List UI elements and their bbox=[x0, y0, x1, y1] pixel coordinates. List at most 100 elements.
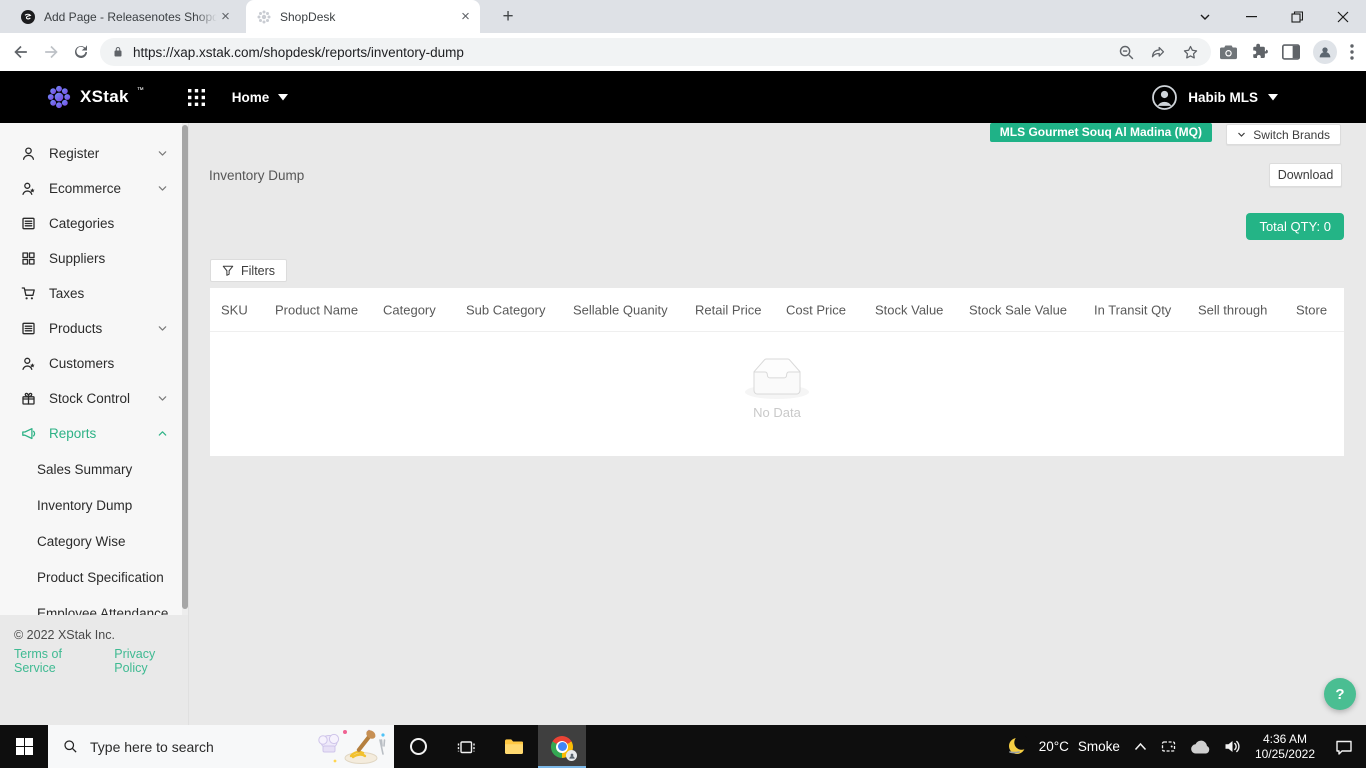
sidebar-item-label: Taxes bbox=[49, 286, 85, 301]
start-button[interactable] bbox=[0, 725, 48, 768]
shopdesk-sparkle-favicon bbox=[256, 9, 272, 25]
empty-inbox-icon bbox=[745, 358, 809, 399]
page-title: Inventory Dump bbox=[209, 168, 305, 183]
sidebar-item-categories[interactable]: Categories bbox=[0, 206, 188, 241]
table-header-row: SKU Product Name Category Sub Category Sella… bbox=[210, 288, 1344, 332]
releasenotes-favicon bbox=[20, 9, 36, 25]
privacy-policy-link[interactable]: Privacy Policy bbox=[114, 647, 188, 675]
page-body: Register Ecommerce Categories Suppliers Taxe… bbox=[0, 123, 1366, 725]
help-button[interactable]: ? bbox=[1324, 678, 1356, 710]
onedrive-cloud-icon[interactable] bbox=[1190, 740, 1211, 754]
new-tab-button[interactable]: + bbox=[496, 5, 520, 29]
speaker-icon[interactable] bbox=[1224, 739, 1241, 754]
share-icon[interactable] bbox=[1150, 44, 1167, 61]
weather-condition: Smoke bbox=[1077, 739, 1120, 754]
column-header-sku: SKU bbox=[221, 302, 248, 317]
sidebar-subitem-inventory-dump[interactable]: Inventory Dump bbox=[0, 487, 188, 523]
window-restore-button[interactable] bbox=[1274, 0, 1320, 33]
sidebar-menu: Register Ecommerce Categories Suppliers Taxe… bbox=[0, 123, 188, 615]
app-header: XStak ™ Home Habib MLS bbox=[0, 71, 1366, 123]
tab-close-icon[interactable]: × bbox=[457, 8, 474, 25]
sidebar-item-label: Ecommerce bbox=[49, 181, 122, 196]
sidebar-item-taxes[interactable]: Taxes bbox=[0, 276, 188, 311]
sidebar-item-label: Suppliers bbox=[49, 251, 106, 266]
sidebar-item-register[interactable]: Register bbox=[0, 136, 188, 171]
window-minimize-button[interactable] bbox=[1228, 0, 1274, 33]
gift-icon bbox=[21, 391, 36, 406]
xstak-logo[interactable]: XStak ™ bbox=[46, 84, 144, 110]
sidebar-scrollbar-thumb[interactable] bbox=[182, 125, 188, 609]
address-bar[interactable]: https://xap.xstak.com/shopdesk/reports/i… bbox=[100, 38, 1211, 66]
filters-label: Filters bbox=[241, 263, 276, 278]
chevron-down-icon bbox=[278, 93, 289, 101]
sidebar-item-stock-control[interactable]: Stock Control bbox=[0, 381, 188, 416]
sidebar-report-submenu: Sales Summary Inventory Dump Category Wise… bbox=[0, 451, 188, 616]
total-qty-badge: Total QTY: 0 bbox=[1246, 213, 1344, 240]
zoom-out-icon[interactable] bbox=[1118, 44, 1135, 61]
tab-title: ShopDesk bbox=[280, 9, 336, 24]
sidebar-subitem-category-wise[interactable]: Category Wise bbox=[0, 523, 188, 559]
forward-icon[interactable] bbox=[36, 37, 66, 67]
user-menu[interactable]: Habib MLS bbox=[1151, 84, 1278, 111]
chevron-down-icon bbox=[1268, 93, 1278, 101]
sidebar-footer: © 2022 XStak Inc. Terms of Service Priva… bbox=[0, 615, 188, 675]
sidebar-item-reports[interactable]: Reports bbox=[0, 416, 188, 451]
filters-button[interactable]: Filters bbox=[210, 259, 288, 282]
tab-search-chevron-icon[interactable] bbox=[1182, 0, 1228, 33]
weather-widget[interactable]: 20°C Smoke bbox=[1007, 736, 1120, 757]
bookmark-star-icon[interactable] bbox=[1182, 44, 1199, 61]
column-header-product-name: Product Name bbox=[275, 302, 359, 317]
empty-state: No Data bbox=[210, 358, 1344, 420]
taskbar-clock[interactable]: 4:36 AM 10/25/2022 bbox=[1255, 732, 1315, 762]
back-icon[interactable] bbox=[6, 37, 36, 67]
main-content: MLS Gourmet Souq Al Madina (MQ) Switch B… bbox=[189, 123, 1366, 725]
empty-state-text: No Data bbox=[753, 405, 801, 420]
taskbar-search-box[interactable]: Type here to search bbox=[48, 725, 394, 768]
search-icon bbox=[63, 739, 78, 754]
sidebar-subitem-sales-summary[interactable]: Sales Summary bbox=[0, 451, 188, 487]
reload-icon[interactable] bbox=[66, 37, 96, 67]
task-view-button[interactable] bbox=[442, 725, 490, 768]
download-button[interactable]: Download bbox=[1269, 163, 1342, 187]
tab-close-icon[interactable]: × bbox=[217, 8, 234, 25]
megaphone-icon bbox=[21, 426, 36, 441]
chevron-down-icon bbox=[157, 183, 168, 194]
chrome-profile-badge-icon bbox=[566, 750, 577, 761]
chevron-down-icon bbox=[157, 148, 168, 159]
nav-home-dropdown[interactable]: Home bbox=[232, 90, 289, 105]
apps-grid-icon[interactable] bbox=[187, 88, 205, 106]
column-header-sellable-quanity: Sellable Quanity bbox=[573, 302, 668, 317]
chrome-taskbar-button[interactable] bbox=[538, 725, 586, 768]
terms-of-service-link[interactable]: Terms of Service bbox=[14, 647, 102, 675]
window-close-button[interactable] bbox=[1320, 0, 1366, 33]
tab-shopdesk[interactable]: ShopDesk × bbox=[246, 0, 480, 33]
profile-avatar-icon[interactable] bbox=[1313, 40, 1337, 64]
tray-chevron-up-icon[interactable] bbox=[1134, 742, 1147, 751]
column-header-stock-sale-value: Stock Sale Value bbox=[969, 302, 1068, 317]
sidebar-item-suppliers[interactable]: Suppliers bbox=[0, 241, 188, 276]
extensions-puzzle-icon[interactable] bbox=[1251, 43, 1269, 61]
tray-device-icon[interactable] bbox=[1160, 739, 1177, 754]
camera-icon[interactable] bbox=[1219, 44, 1238, 61]
cortana-button[interactable] bbox=[394, 725, 442, 768]
column-header-in-transit-qty: In Transit Qty bbox=[1094, 302, 1172, 317]
menu-kebab-icon[interactable] bbox=[1350, 44, 1354, 60]
tab-releasenotes[interactable]: Add Page - Releasenotes Shopde × bbox=[10, 0, 240, 33]
sidebar-subitem-product-specification[interactable]: Product Specification bbox=[0, 559, 188, 595]
tab-title: Add Page - Releasenotes Shopde bbox=[44, 9, 217, 24]
switch-brands-button[interactable]: Switch Brands bbox=[1226, 124, 1341, 145]
side-panel-icon[interactable] bbox=[1282, 44, 1300, 60]
column-header-sell-through: Sell through bbox=[1198, 302, 1268, 317]
sidebar-item-ecommerce[interactable]: Ecommerce bbox=[0, 171, 188, 206]
user-avatar-icon bbox=[1151, 84, 1178, 111]
nav-home-label: Home bbox=[231, 89, 270, 105]
column-header-stock-value: Stock Value bbox=[875, 302, 944, 317]
column-header-cost-price: Cost Price bbox=[786, 302, 846, 317]
sidebar-item-customers[interactable]: Customers bbox=[0, 346, 188, 381]
file-explorer-button[interactable] bbox=[490, 725, 538, 768]
sidebar-subitem-employee-attendance[interactable]: Employee Attendance bbox=[0, 595, 188, 616]
windows-taskbar: Type here to search 20°C Smoke 4:36 AM 1… bbox=[0, 725, 1366, 768]
sidebar-item-products[interactable]: Products bbox=[0, 311, 188, 346]
action-center-icon[interactable] bbox=[1335, 739, 1353, 755]
clock-date: 10/25/2022 bbox=[1254, 746, 1315, 761]
